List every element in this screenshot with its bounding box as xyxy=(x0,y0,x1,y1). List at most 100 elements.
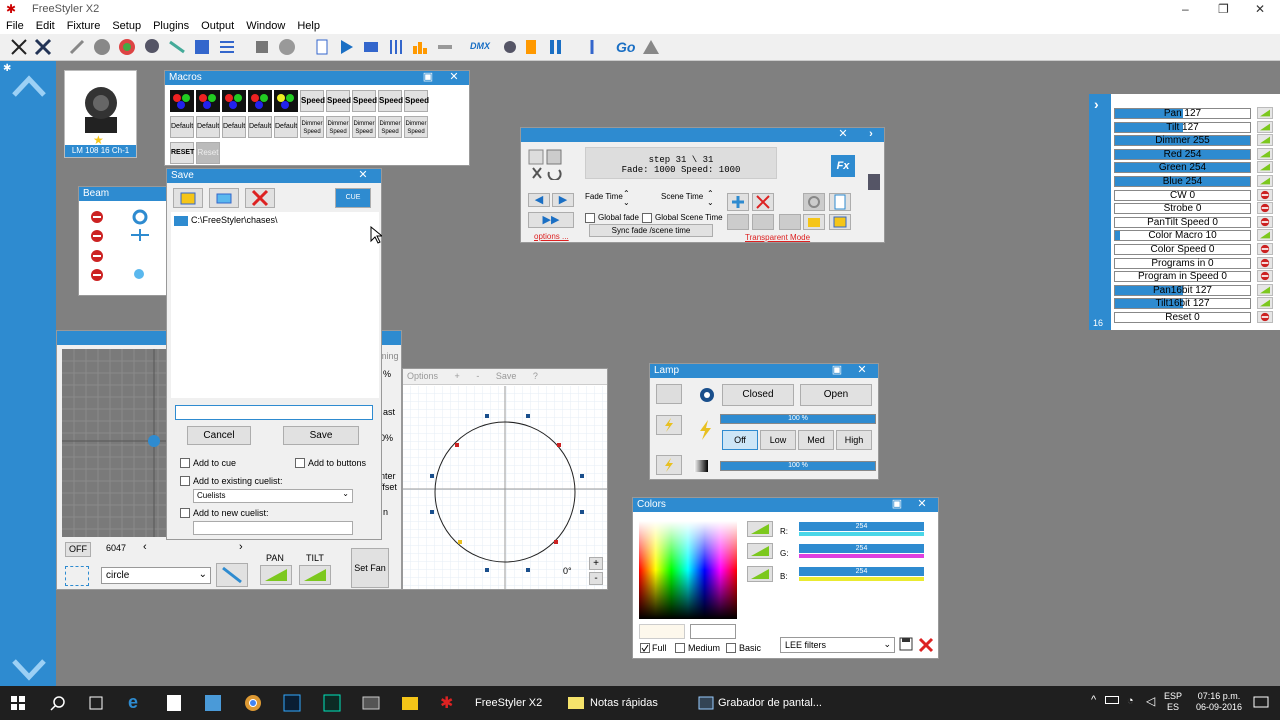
channel-slider[interactable]: Red 254 xyxy=(1114,148,1251,160)
menu-window[interactable]: Window xyxy=(240,18,291,32)
open-button[interactable] xyxy=(803,214,825,230)
macro-reset[interactable]: Reset xyxy=(196,142,220,164)
macro-default-1[interactable]: Default xyxy=(170,116,194,138)
search-icon[interactable] xyxy=(50,695,66,711)
beam-remove-icon[interactable] xyxy=(90,249,104,263)
chrome-icon[interactable] xyxy=(244,694,262,712)
lamp-med-button[interactable]: Med xyxy=(798,430,834,450)
add-point-button[interactable]: + xyxy=(455,371,460,381)
list-icon[interactable] xyxy=(218,38,236,56)
channel-slider[interactable]: Pan 127 xyxy=(1114,108,1251,119)
gobo-icon[interactable] xyxy=(93,38,111,56)
color-wheel-icon[interactable] xyxy=(118,38,136,56)
macro-speed-2[interactable]: Speed xyxy=(326,90,351,112)
calculator-icon[interactable] xyxy=(166,694,182,712)
notifications-icon[interactable] xyxy=(1253,696,1269,710)
macro-dimmer-speed-3[interactable]: Dimmer Speed xyxy=(352,116,376,138)
close-icon[interactable]: ✕ xyxy=(447,71,461,84)
bulb-icon[interactable] xyxy=(522,38,540,56)
lamp-level-bar[interactable]: 100 % xyxy=(720,414,876,424)
macro-dimmer-speed-4[interactable]: Dimmer Speed xyxy=(378,116,402,138)
save-delete-button[interactable] xyxy=(245,188,275,208)
wifi-icon[interactable]: ◔ xyxy=(1127,695,1134,707)
remove-icon[interactable] xyxy=(1257,243,1273,255)
channel-slider[interactable]: Strobe 0 xyxy=(1114,203,1251,215)
channel-slider[interactable]: CW 0 xyxy=(1114,189,1251,201)
macro-color-3[interactable] xyxy=(222,90,246,112)
add-to-buttons-checkbox[interactable] xyxy=(295,458,305,468)
remove-icon[interactable] xyxy=(1257,188,1273,201)
minimize-button[interactable]: – xyxy=(1182,2,1189,16)
channel-slider[interactable]: PanTilt Speed 0 xyxy=(1114,216,1251,228)
channel-slider[interactable]: Color Macro 10 xyxy=(1114,230,1251,242)
macro-speed-3[interactable]: Speed xyxy=(352,90,377,112)
freestyler-icon[interactable]: ✱ xyxy=(440,693,453,713)
shape-save-button[interactable]: Save xyxy=(496,371,517,381)
save-folder-button[interactable] xyxy=(173,188,203,208)
shutter-open-button[interactable]: Open xyxy=(800,384,872,406)
taskbar-grabador[interactable]: Grabador de pantal... xyxy=(718,686,822,720)
menu-edit[interactable]: Edit xyxy=(30,18,61,32)
lamp-low-button[interactable]: Low xyxy=(760,430,796,450)
moving-head-icon[interactable] xyxy=(143,38,161,56)
lamp-flash-button[interactable] xyxy=(656,415,682,435)
macro-default-4[interactable]: Default xyxy=(248,116,272,138)
fader-icon[interactable] xyxy=(583,38,601,56)
set-fan-button[interactable]: Set Fan xyxy=(351,548,389,588)
beam-remove-icon[interactable] xyxy=(90,210,104,224)
scroll-up-icon[interactable] xyxy=(12,75,46,97)
edge-icon[interactable]: e xyxy=(128,692,138,713)
channel-slider[interactable]: Program in Speed 0 xyxy=(1114,271,1251,283)
close-icon[interactable]: ✕ xyxy=(915,498,929,511)
remove-icon[interactable] xyxy=(1257,270,1273,283)
matrix-icon[interactable] xyxy=(362,38,380,56)
remove-icon[interactable] xyxy=(1257,215,1273,228)
menu-help[interactable]: Help xyxy=(291,18,326,32)
lamp-high-button[interactable]: High xyxy=(836,430,872,450)
copy-step-button[interactable] xyxy=(727,214,749,230)
warning-icon[interactable] xyxy=(642,38,660,56)
ramp-icon[interactable] xyxy=(1257,297,1273,310)
delete-icon[interactable] xyxy=(918,637,934,653)
options-link[interactable]: options ... xyxy=(534,232,569,241)
dot-icon[interactable] xyxy=(132,267,146,281)
medium-checkbox[interactable] xyxy=(675,643,685,653)
green-slider[interactable]: 254 xyxy=(799,544,924,553)
lamp-blank-button[interactable] xyxy=(656,384,682,404)
off-button[interactable]: OFF xyxy=(65,542,91,557)
add-new-checkbox[interactable] xyxy=(180,508,190,518)
chevron-right-icon[interactable]: › xyxy=(864,128,878,141)
file-browser[interactable]: C:\FreeStyler\chases\ xyxy=(171,212,379,398)
pan-button[interactable] xyxy=(260,565,292,585)
recorder-icon[interactable] xyxy=(698,696,714,710)
dmx-label[interactable]: DMX xyxy=(470,41,490,51)
basic-checkbox[interactable] xyxy=(726,643,736,653)
pan-tilt-icon[interactable] xyxy=(10,38,28,56)
macro-speed-4[interactable]: Speed xyxy=(378,90,403,112)
tray-chevron-up-icon[interactable]: ^ xyxy=(1091,694,1096,706)
macro-dimmer-speed-5[interactable]: Dimmer Speed xyxy=(404,116,428,138)
close-icon[interactable]: ✕ xyxy=(855,364,869,377)
notes-icon[interactable] xyxy=(567,696,585,710)
transparent-mode-link[interactable]: Transparent Mode xyxy=(745,233,810,242)
shape-canvas[interactable] xyxy=(403,386,607,589)
ramp-icon[interactable] xyxy=(1257,175,1273,187)
selection-icon[interactable] xyxy=(65,566,89,586)
scroll-down-icon[interactable] xyxy=(12,659,46,681)
channel-slider[interactable]: Color Speed 0 xyxy=(1114,244,1251,255)
pan-tilt-grid[interactable] xyxy=(62,349,172,537)
add-existing-checkbox[interactable] xyxy=(180,476,190,486)
beam-remove-icon[interactable] xyxy=(90,229,104,243)
blue-ramp-button[interactable] xyxy=(747,566,773,582)
maximize-button[interactable]: ❐ xyxy=(1218,2,1229,16)
scroll-right-icon[interactable]: › xyxy=(239,541,243,553)
lamp-dimmer-bar[interactable]: 100 % xyxy=(720,461,876,471)
windows-start-icon[interactable] xyxy=(11,696,25,710)
save-button[interactable]: Save xyxy=(283,426,359,445)
stop-button[interactable] xyxy=(779,214,801,230)
focus-icon[interactable] xyxy=(129,227,151,243)
task-view-icon[interactable] xyxy=(88,696,104,710)
channel-slider[interactable]: Dimmer 255 xyxy=(1114,135,1251,147)
fade-time-spinner[interactable]: ⌃ ⌄ xyxy=(623,189,630,207)
macro-default-2[interactable]: Default xyxy=(196,116,220,138)
